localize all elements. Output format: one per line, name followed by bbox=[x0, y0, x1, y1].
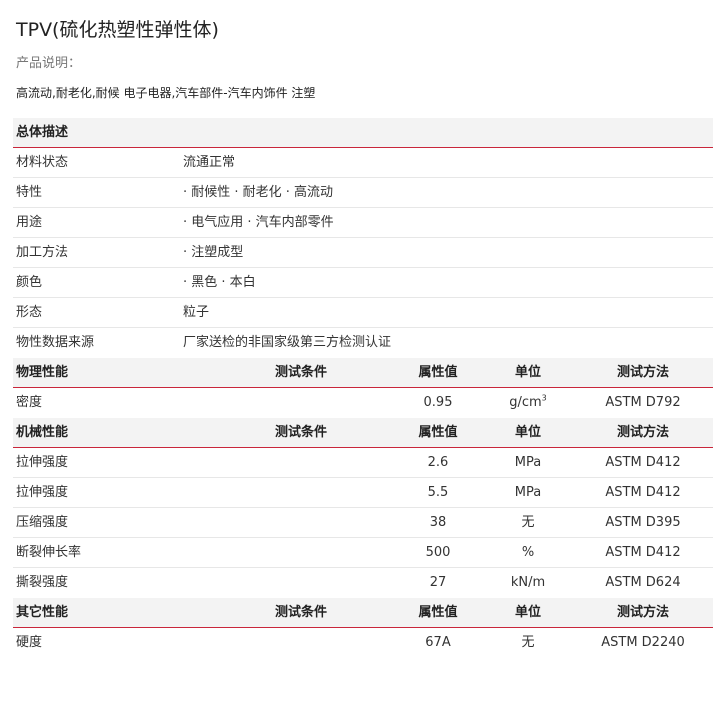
mechanical-section-header: 机械性能 测试条件 属性值 单位 测试方法 bbox=[13, 418, 713, 448]
property-name: 密度 bbox=[16, 395, 43, 410]
unit: kN/m bbox=[510, 575, 546, 590]
property-value: 0.95 bbox=[423, 395, 453, 410]
property-value: 流通正常 bbox=[183, 155, 236, 170]
test-method: ASTM D412 bbox=[605, 485, 681, 500]
section-title: 其它性能 bbox=[16, 605, 69, 620]
table-row: 密度 0.95 g/cm3 ASTM D792 bbox=[13, 388, 713, 418]
property-value: 5.5 bbox=[427, 485, 449, 500]
property-name: 拉伸强度 bbox=[16, 485, 69, 500]
test-method: ASTM D2240 bbox=[601, 635, 685, 650]
property-value: 500 bbox=[425, 545, 451, 560]
column-header-method: 测试方法 bbox=[616, 425, 669, 440]
test-condition bbox=[261, 448, 341, 477]
table-row: 断裂伸长率 500 % ASTM D412 bbox=[13, 538, 713, 568]
physical-section-header: 物理性能 测试条件 属性值 单位 测试方法 bbox=[13, 358, 713, 388]
section-title: 机械性能 bbox=[16, 425, 69, 440]
properties-table: 总体描述 材料状态 流通正常 特性 · 耐候性 · 耐老化 · 高流动 用途 ·… bbox=[13, 118, 713, 658]
table-row: 硬度 67A 无 ASTM D2240 bbox=[13, 628, 713, 658]
property-value: · 电气应用 · 汽车内部零件 bbox=[183, 215, 334, 230]
property-name: 硬度 bbox=[16, 635, 43, 650]
table-row: 物性数据来源 厂家送检的非国家级第三方检测认证 bbox=[13, 328, 713, 358]
property-value: 67A bbox=[425, 635, 451, 650]
table-row: 颜色 · 黑色 · 本白 bbox=[13, 268, 713, 298]
property-name: 撕裂强度 bbox=[16, 575, 69, 590]
test-method: ASTM D412 bbox=[605, 455, 681, 470]
test-condition bbox=[261, 478, 341, 507]
column-header-value: 属性值 bbox=[418, 425, 458, 440]
table-row: 拉伸强度 2.6 MPa ASTM D412 bbox=[13, 448, 713, 478]
test-method: ASTM D792 bbox=[605, 395, 681, 410]
description-text: 高流动,耐老化,耐候 电子电器,汽车部件-汽车内饰件 注塑 bbox=[16, 86, 316, 100]
unit: 无 bbox=[521, 635, 535, 650]
property-name: 物性数据来源 bbox=[16, 335, 95, 350]
property-name: 压缩强度 bbox=[16, 515, 69, 530]
column-header-unit: 单位 bbox=[514, 605, 541, 620]
test-condition bbox=[261, 568, 341, 597]
other-section-header: 其它性能 测试条件 属性值 单位 测试方法 bbox=[13, 598, 713, 628]
table-row: 拉伸强度 5.5 MPa ASTM D412 bbox=[13, 478, 713, 508]
property-name: 断裂伸长率 bbox=[16, 545, 82, 560]
property-value: · 注塑成型 bbox=[183, 245, 244, 260]
column-header-condition: 测试条件 bbox=[274, 605, 327, 620]
column-header-unit: 单位 bbox=[514, 365, 541, 380]
table-row: 撕裂强度 27 kN/m ASTM D624 bbox=[13, 568, 713, 598]
property-value: 粒子 bbox=[183, 305, 210, 320]
property-value: · 耐候性 · 耐老化 · 高流动 bbox=[183, 185, 334, 200]
property-name: 特性 bbox=[16, 185, 43, 200]
description-label: 产品说明： bbox=[16, 56, 82, 71]
property-name: 形态 bbox=[16, 305, 43, 320]
property-name: 颜色 bbox=[16, 275, 43, 290]
property-value: · 黑色 · 本白 bbox=[183, 275, 256, 290]
column-header-condition: 测试条件 bbox=[274, 365, 327, 380]
unit-superscript: 3 bbox=[541, 393, 547, 403]
unit-base: g/cm bbox=[509, 395, 542, 410]
table-row: 用途 · 电气应用 · 汽车内部零件 bbox=[13, 208, 713, 238]
column-header-method: 测试方法 bbox=[616, 365, 669, 380]
table-row: 特性 · 耐候性 · 耐老化 · 高流动 bbox=[13, 178, 713, 208]
property-value: 2.6 bbox=[427, 455, 449, 470]
test-condition bbox=[261, 628, 341, 657]
column-header-value: 属性值 bbox=[418, 605, 458, 620]
test-condition bbox=[261, 538, 341, 567]
property-value: 38 bbox=[429, 515, 447, 530]
property-name: 用途 bbox=[16, 215, 43, 230]
table-row: 形态 粒子 bbox=[13, 298, 713, 328]
property-name: 加工方法 bbox=[16, 245, 69, 260]
section-title: 物理性能 bbox=[16, 365, 69, 380]
test-method: ASTM D412 bbox=[605, 545, 681, 560]
test-method: ASTM D624 bbox=[605, 575, 681, 590]
test-method: ASTM D395 bbox=[605, 515, 681, 530]
section-title: 总体描述 bbox=[16, 125, 69, 140]
unit: 无 bbox=[521, 515, 535, 530]
column-header-condition: 测试条件 bbox=[274, 425, 327, 440]
table-row: 加工方法 · 注塑成型 bbox=[13, 238, 713, 268]
property-name: 材料状态 bbox=[16, 155, 69, 170]
table-row: 材料状态 流通正常 bbox=[13, 148, 713, 178]
column-header-method: 测试方法 bbox=[616, 605, 669, 620]
property-value: 27 bbox=[429, 575, 447, 590]
unit: g/cm3 bbox=[488, 388, 568, 417]
datasheet-page: TPV(硫化热塑性弹性体) 产品说明： 高流动,耐老化,耐候 电子电器,汽车部件… bbox=[0, 0, 717, 707]
test-condition bbox=[261, 508, 341, 537]
property-name: 拉伸强度 bbox=[16, 455, 69, 470]
property-value: 厂家送检的非国家级第三方检测认证 bbox=[183, 335, 392, 350]
overview-section-header: 总体描述 bbox=[13, 118, 713, 148]
unit: MPa bbox=[514, 485, 542, 500]
unit: MPa bbox=[514, 455, 542, 470]
column-header-value: 属性值 bbox=[418, 365, 458, 380]
page-title: TPV(硫化热塑性弹性体) bbox=[16, 19, 219, 41]
unit: % bbox=[521, 545, 535, 560]
table-row: 压缩强度 38 无 ASTM D395 bbox=[13, 508, 713, 538]
test-condition bbox=[261, 388, 341, 417]
column-header-unit: 单位 bbox=[514, 425, 541, 440]
